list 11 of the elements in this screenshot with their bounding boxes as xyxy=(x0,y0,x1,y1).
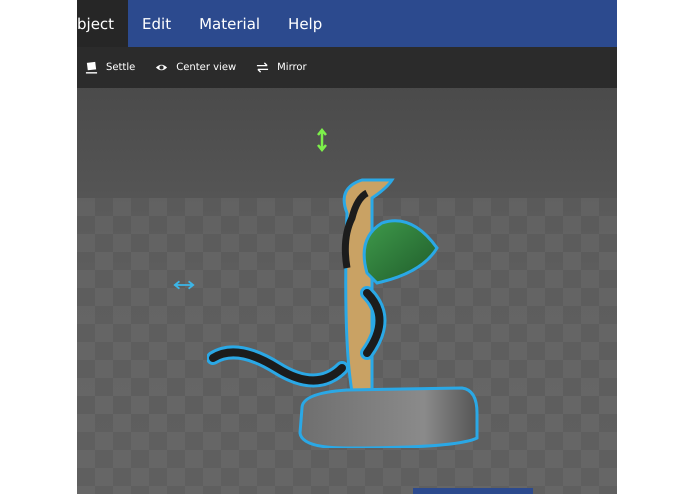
menu-tab[interactable]: Edit xyxy=(128,0,186,47)
swap-arrows-icon xyxy=(256,61,270,74)
toolbar-button[interactable]: Center view xyxy=(153,59,238,76)
menu-tab[interactable]: Help xyxy=(274,0,336,47)
toolbar-button[interactable]: Mirror xyxy=(254,59,309,76)
toolbar-button[interactable]: Settle xyxy=(83,59,138,76)
horizontal-arrow-icon[interactable] xyxy=(173,280,195,290)
cube-icon xyxy=(85,61,98,74)
menu-tab[interactable]: Material xyxy=(185,0,274,47)
vertical-arrow-icon[interactable] xyxy=(317,128,327,152)
menu-tab[interactable]: bject xyxy=(77,0,128,47)
